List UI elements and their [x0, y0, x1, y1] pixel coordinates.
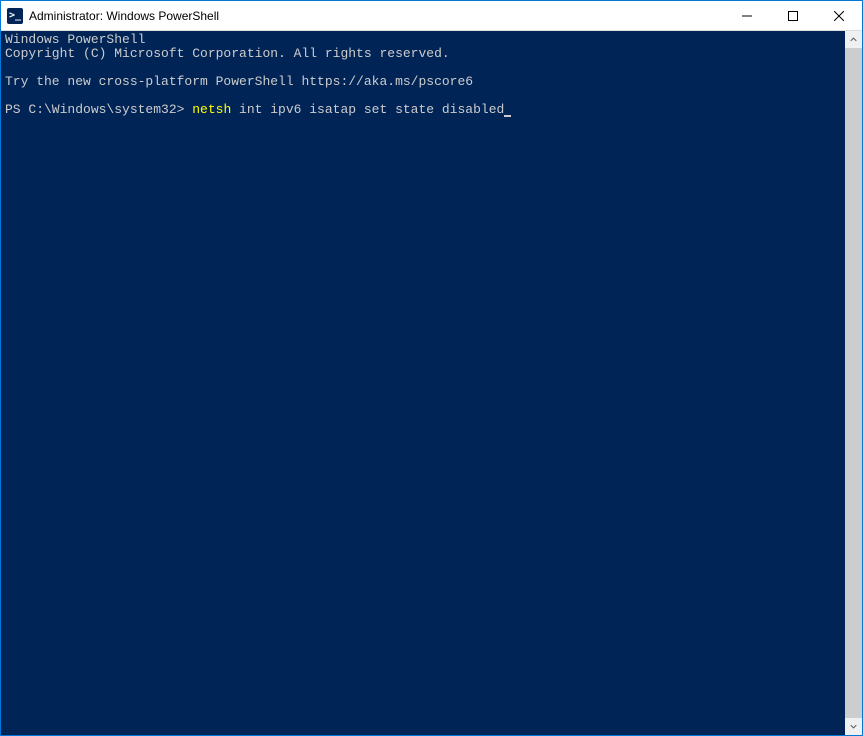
terminal[interactable]: Windows PowerShellCopyright (C) Microsof… — [1, 31, 845, 735]
cursor — [504, 115, 511, 117]
chevron-up-icon — [850, 36, 857, 43]
output-line: Copyright (C) Microsoft Corporation. All… — [5, 47, 841, 61]
blank-line — [5, 61, 841, 75]
powershell-icon: >_ — [7, 8, 23, 24]
window-title: Administrator: Windows PowerShell — [29, 9, 219, 23]
prompt: PS C:\Windows\system32> — [5, 102, 192, 117]
vertical-scrollbar[interactable] — [845, 31, 862, 735]
command-args: int ipv6 isatap set state disabled — [239, 102, 504, 117]
maximize-button[interactable] — [770, 1, 816, 30]
prompt-line: PS C:\Windows\system32> netsh int ipv6 i… — [5, 103, 841, 117]
output-line: Windows PowerShell — [5, 33, 841, 47]
maximize-icon — [788, 11, 798, 21]
powershell-window: >_ Administrator: Windows PowerShell — [0, 0, 863, 736]
scroll-down-button[interactable] — [845, 718, 862, 735]
scroll-up-button[interactable] — [845, 31, 862, 48]
minimize-icon — [742, 11, 752, 21]
terminal-area: Windows PowerShellCopyright (C) Microsof… — [1, 31, 862, 735]
titlebar[interactable]: >_ Administrator: Windows PowerShell — [1, 1, 862, 31]
scroll-track[interactable] — [845, 48, 862, 718]
blank-line — [5, 89, 841, 103]
titlebar-left: >_ Administrator: Windows PowerShell — [1, 8, 219, 24]
minimize-button[interactable] — [724, 1, 770, 30]
window-controls — [724, 1, 862, 30]
scroll-thumb[interactable] — [845, 48, 862, 718]
powershell-icon-glyph: >_ — [9, 10, 21, 21]
chevron-down-icon — [850, 723, 857, 730]
close-button[interactable] — [816, 1, 862, 30]
command-highlight: netsh — [192, 102, 239, 117]
close-icon — [834, 11, 844, 21]
output-line: Try the new cross-platform PowerShell ht… — [5, 75, 841, 89]
